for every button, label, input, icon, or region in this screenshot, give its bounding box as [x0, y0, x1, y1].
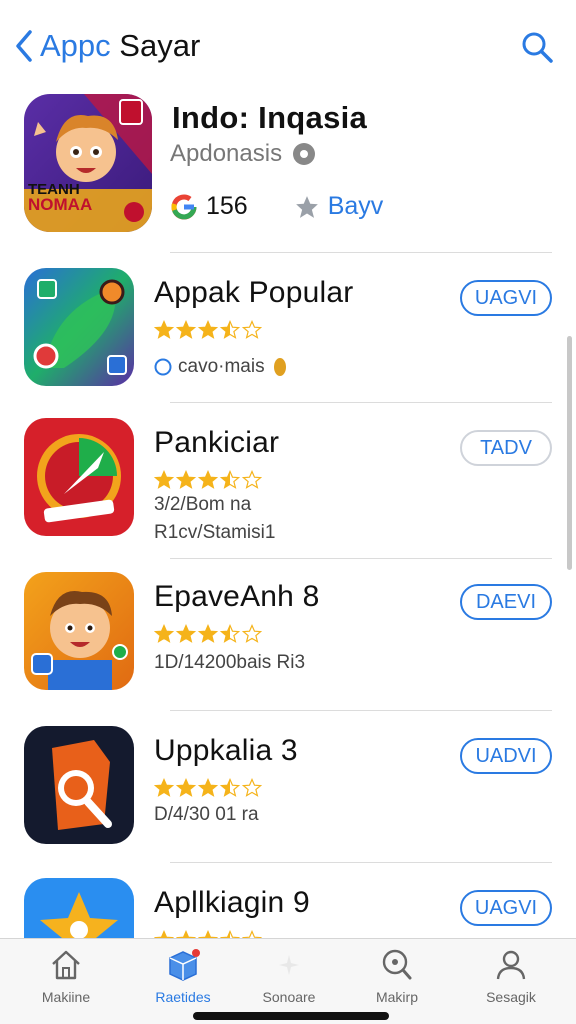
app-name: Pankiciar	[154, 426, 280, 459]
list-item-app-1[interactable]: Appak Popular cavo·mais UAGVI	[24, 268, 552, 386]
icon-text-bottom: NOMAA	[28, 195, 93, 214]
nav-title-part2: Sayar	[119, 28, 201, 63]
app-name: Appak Popular	[154, 276, 354, 309]
star-icon	[242, 320, 262, 339]
star-icon	[242, 930, 262, 938]
tab-label: Raetides	[155, 989, 211, 1005]
rating-stars	[154, 624, 264, 644]
app-meta: cavo·mais	[154, 356, 287, 378]
star-icon	[154, 470, 174, 489]
app-icon-1	[24, 268, 134, 386]
tab-profile[interactable]: Sesagik	[456, 947, 566, 1017]
star-icon	[198, 624, 218, 643]
search-icon	[382, 949, 412, 980]
rating-stars	[154, 320, 264, 340]
scrollbar[interactable]	[567, 336, 572, 570]
box-icon	[169, 949, 200, 981]
divider	[170, 862, 552, 863]
tab-home[interactable]: Makiine	[11, 947, 121, 1017]
divider	[170, 558, 552, 559]
get-button[interactable]: UAGVI	[460, 280, 552, 316]
get-button[interactable]: UAGVI	[460, 890, 552, 926]
list-item-app-4[interactable]: Uppkalia 3 D/4/30 01 ra UADVI	[24, 726, 552, 846]
app-icon-5	[24, 878, 134, 938]
app-name: Uppkalia 3	[154, 734, 298, 767]
app-icon-2	[24, 418, 134, 536]
home-indicator	[193, 1012, 389, 1020]
app-icon-3	[24, 572, 134, 690]
star-icon	[198, 470, 218, 489]
featured-app-name: Indo: Inqasia	[172, 100, 368, 135]
star-icon	[176, 624, 196, 643]
search-icon[interactable]	[520, 30, 554, 64]
star-icon	[220, 930, 240, 938]
tab-search[interactable]: Makirp	[342, 947, 452, 1017]
star-icon	[242, 624, 262, 643]
star-icon	[198, 778, 218, 797]
star-icon	[220, 624, 240, 643]
star-icon	[198, 930, 218, 938]
star-icon	[176, 470, 196, 489]
tab-label: Makirp	[375, 989, 418, 1005]
star-icon	[154, 930, 174, 938]
chevron-left-icon	[16, 30, 32, 62]
tab-raetides[interactable]: Raetides	[128, 947, 238, 1017]
app-meta-text: 3/2/Bom na	[154, 494, 252, 515]
rating-stars	[154, 470, 264, 490]
navigation-bar: Appc Sayar	[0, 0, 576, 92]
tab-sonoare[interactable]: Sonoare	[234, 947, 344, 1017]
star-icon	[154, 624, 174, 643]
app-meta-text: cavo·mais	[178, 356, 265, 377]
list-item-app-2[interactable]: Pankiciar 3/2/Bom na R1cv/Stamisi1 TADV	[24, 418, 552, 543]
rating-stars	[154, 778, 264, 798]
app-name: Apllkiagin 9	[154, 886, 310, 919]
featured-stats: 156 Bayv	[170, 192, 383, 221]
nav-title-part1: Appc	[40, 28, 111, 63]
star-icon	[198, 320, 218, 339]
featured-app-icon: TEANH NOMAA	[24, 94, 152, 232]
tab-label: Sonoare	[262, 989, 316, 1005]
star-icon	[176, 778, 196, 797]
featured-get-link[interactable]: Bayv	[328, 192, 384, 221]
badge-icon	[273, 358, 286, 376]
app-meta-text: D/4/30 01 ra	[154, 804, 259, 825]
star-icon	[220, 470, 240, 489]
featured-app[interactable]: TEANH NOMAA Indo: Inqasia Apdonasis 156 …	[24, 94, 552, 252]
star-icon	[176, 930, 196, 938]
star-icon	[295, 195, 318, 218]
star-icon	[220, 320, 240, 339]
tab-label: Sesagik	[486, 989, 536, 1005]
get-button[interactable]: TADV	[460, 430, 552, 466]
divider	[170, 252, 552, 253]
star-icon	[242, 778, 262, 797]
star-icon	[242, 470, 262, 489]
get-button[interactable]: DAEVI	[460, 584, 552, 620]
divider	[170, 710, 552, 711]
list-item-app-3[interactable]: EpaveAnh 8 1D/14200bais Ri3 DAEVI	[24, 572, 552, 692]
rating-count: 156	[206, 192, 248, 220]
list-item-app-5[interactable]: Apllkiagin 9 UAGVI	[24, 878, 552, 938]
person-icon	[496, 950, 526, 980]
sparkle-icon	[279, 955, 299, 975]
rating-stars	[154, 930, 264, 938]
star-icon	[176, 320, 196, 339]
back-button[interactable]: Appc Sayar	[12, 26, 200, 66]
app-name: EpaveAnh 8	[154, 580, 320, 613]
star-icon	[220, 778, 240, 797]
tab-label: Makiine	[41, 989, 91, 1005]
google-icon	[171, 194, 197, 219]
star-icon	[154, 778, 174, 797]
app-meta-text: 1D/14200bais Ri3	[154, 652, 306, 673]
app-meta-text-2: R1cv/Stamisi1	[154, 522, 276, 543]
star-icon	[154, 320, 174, 339]
featured-app-developer: Apdonasis	[170, 140, 316, 168]
app-icon-4	[24, 726, 134, 844]
nav-title: Appc Sayar	[40, 26, 200, 66]
info-circle-icon	[154, 358, 172, 376]
gear-icon	[293, 143, 316, 165]
developer-name: Apdonasis	[170, 140, 283, 167]
home-icon	[52, 950, 80, 980]
get-button[interactable]: UADVI	[460, 738, 552, 774]
divider	[170, 402, 552, 403]
